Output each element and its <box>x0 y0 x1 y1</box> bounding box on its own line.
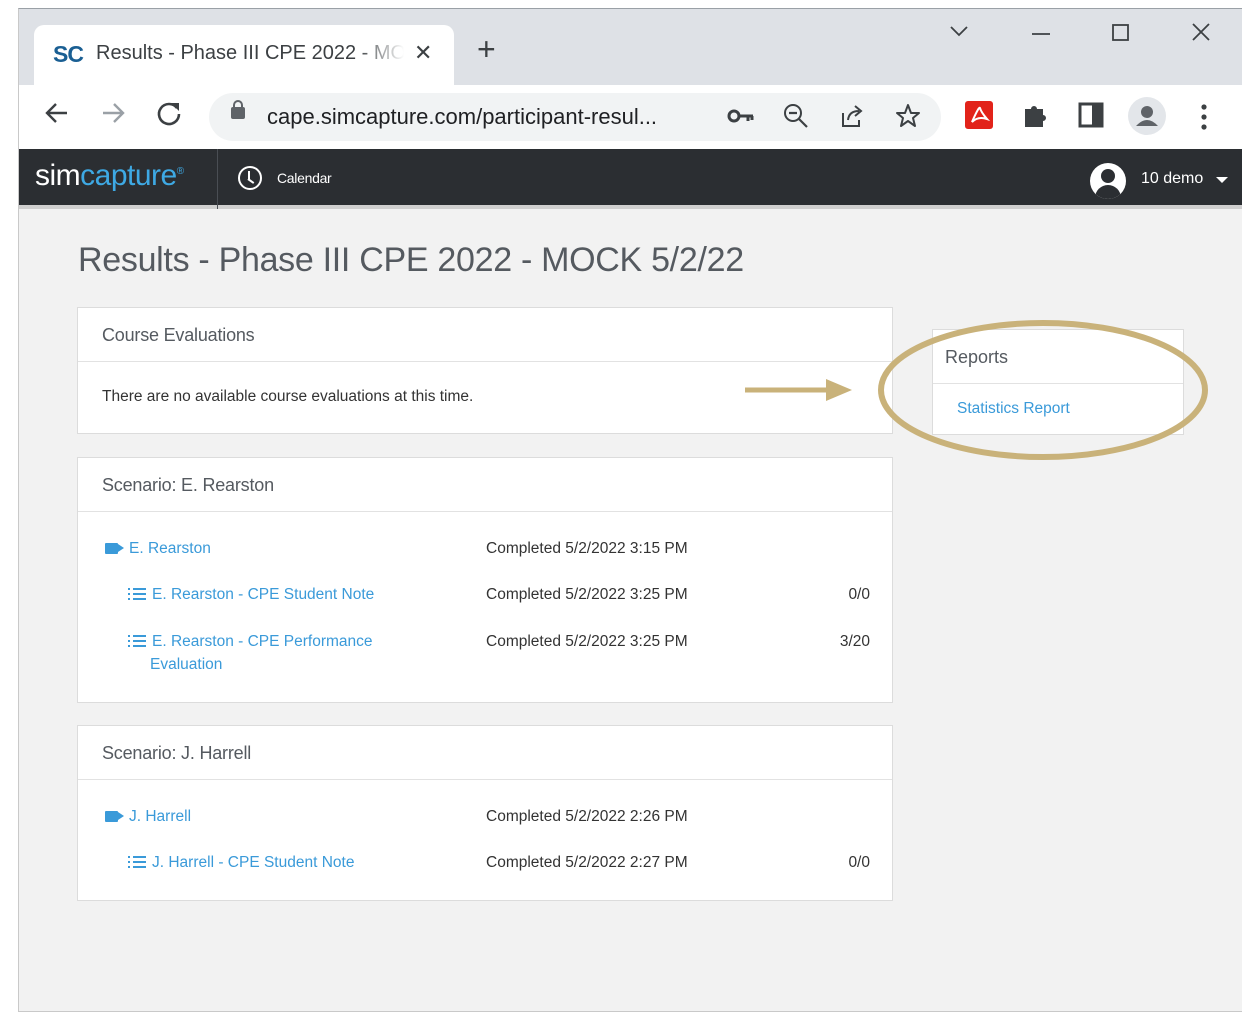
tab-strip: SC Results - Phase III CPE 2022 - MOCK 5… <box>19 9 1242 85</box>
zoom-out-icon[interactable] <box>783 103 809 136</box>
page-title: Results - Phase III CPE 2022 - MOCK 5/2/… <box>78 241 744 279</box>
lock-icon[interactable] <box>231 100 245 119</box>
completion-status: Completed 5/2/2022 3:15 PM <box>486 540 688 557</box>
completion-status: Completed 5/2/2022 2:27 PM <box>486 854 688 871</box>
evaluation-link[interactable]: J. Harrell - CPE Student Note <box>152 854 354 871</box>
list-item[interactable]: E. Rearston - CPE Student Note <box>128 586 374 604</box>
header-divider <box>217 149 218 209</box>
completion-status: Completed 5/2/2022 2:26 PM <box>486 808 688 825</box>
completion-status: Completed 5/2/2022 3:25 PM <box>486 586 688 603</box>
video-camera-icon <box>105 543 118 554</box>
sc-favicon-icon: SC <box>53 41 84 67</box>
app-header: simcapture® Calendar 10 demo <box>19 149 1242 209</box>
list-icon <box>128 634 146 648</box>
scenario-header: Scenario: E. Rearston <box>78 458 892 512</box>
extensions-puzzle-icon[interactable] <box>1021 101 1049 134</box>
forward-arrow-icon[interactable] <box>99 99 127 134</box>
list-item[interactable]: E. Rearston <box>105 540 211 558</box>
back-arrow-icon[interactable] <box>43 99 71 134</box>
scenario-panel-harrell: Scenario: J. Harrell J. Harrell Complete… <box>77 725 893 901</box>
logo-main-text: sim <box>35 159 81 192</box>
caret-down-icon[interactable] <box>1216 177 1228 183</box>
tab-title: Results - Phase III CPE 2022 - MOCK 5/2/… <box>96 42 404 64</box>
side-panel-icon[interactable] <box>1077 101 1105 134</box>
list-item[interactable]: J. Harrell - CPE Student Note <box>128 854 354 872</box>
url-text[interactable]: cape.simcapture.com/participant-resul... <box>267 104 657 130</box>
list-item[interactable]: J. Harrell <box>105 808 191 826</box>
score-value: 0/0 <box>848 586 870 603</box>
scenario-panel-rearston: Scenario: E. Rearston E. Rearston Comple… <box>77 457 893 703</box>
course-evaluations-panel: Course Evaluations There are no availabl… <box>77 307 893 434</box>
chevron-down-icon[interactable] <box>949 21 969 47</box>
user-avatar-icon[interactable] <box>1090 163 1126 199</box>
evaluation-link[interactable]: E. Rearston - CPE Performance <box>152 633 373 650</box>
address-bar[interactable]: cape.simcapture.com/participant-resul... <box>209 93 941 141</box>
reports-panel: Reports Statistics Report <box>932 329 1184 435</box>
list-item[interactable]: E. Rearston - CPE Performance Evaluation <box>128 633 408 674</box>
minimize-icon[interactable] <box>1031 21 1051 47</box>
user-menu-name[interactable]: 10 demo <box>1141 170 1203 188</box>
list-icon <box>128 587 146 601</box>
kebab-menu-icon[interactable] <box>1199 103 1209 136</box>
browser-toolbar: cape.simcapture.com/participant-resul... <box>19 85 1242 149</box>
score-value: 3/20 <box>839 633 870 650</box>
new-tab-button[interactable]: + <box>477 33 496 65</box>
reports-header: Reports <box>933 330 1183 384</box>
scenario-header: Scenario: J. Harrell <box>78 726 892 780</box>
tab-close-icon[interactable]: ✕ <box>414 40 432 66</box>
evaluation-link[interactable]: E. Rearston - CPE Student Note <box>152 586 374 603</box>
nav-calendar-link[interactable]: Calendar <box>277 170 332 186</box>
star-icon[interactable] <box>895 103 921 136</box>
course-evaluations-header: Course Evaluations <box>78 308 892 362</box>
browser-tab-active[interactable]: SC Results - Phase III CPE 2022 - MOCK 5… <box>34 25 454 85</box>
profile-icon[interactable] <box>1128 97 1166 140</box>
key-icon[interactable] <box>727 103 755 136</box>
evaluation-link-line2[interactable]: Evaluation <box>150 656 222 674</box>
browser-window: SC Results - Phase III CPE 2022 - MOCK 5… <box>18 8 1242 1012</box>
logo-registered-mark: ® <box>176 166 184 177</box>
clock-icon[interactable] <box>238 166 262 190</box>
acrobat-icon[interactable] <box>964 100 994 135</box>
share-icon[interactable] <box>839 103 865 136</box>
session-video-link[interactable]: E. Rearston <box>129 540 211 557</box>
simcapture-logo[interactable]: simcapture® <box>35 159 184 193</box>
close-icon[interactable] <box>1191 21 1211 47</box>
list-icon <box>128 855 146 869</box>
session-video-link[interactable]: J. Harrell <box>129 808 191 825</box>
reload-icon[interactable] <box>155 99 183 134</box>
course-evaluations-empty: There are no available course evaluation… <box>102 388 474 405</box>
video-camera-icon <box>105 811 118 822</box>
score-value: 0/0 <box>848 854 870 871</box>
statistics-report-link[interactable]: Statistics Report <box>957 400 1070 417</box>
logo-accent-text: capture <box>80 159 177 192</box>
maximize-icon[interactable] <box>1111 21 1131 47</box>
completion-status: Completed 5/2/2022 3:25 PM <box>486 633 688 650</box>
